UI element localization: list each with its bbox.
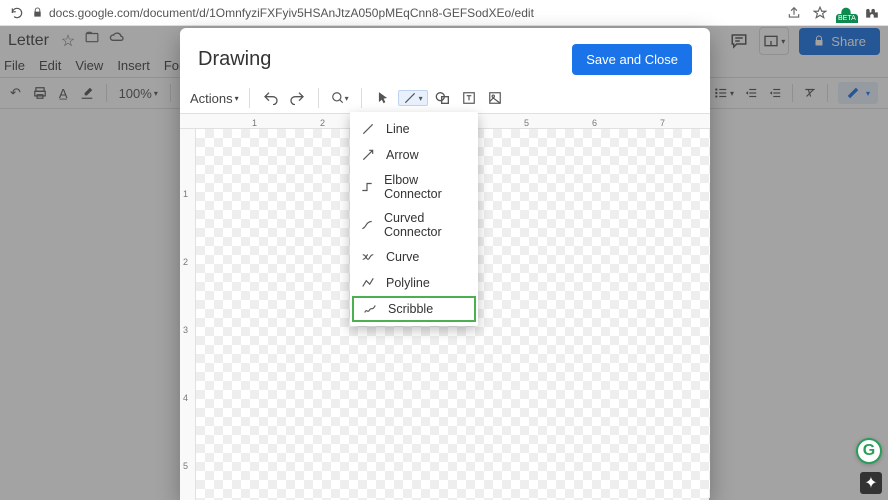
drawing-title: Drawing [198,48,271,71]
image-tool-icon[interactable] [484,87,506,109]
share-url-icon[interactable] [786,5,802,21]
explore-icon[interactable]: ✦ [860,472,882,494]
select-tool-icon[interactable] [372,87,394,109]
zoom-icon[interactable]: ▾ [329,87,351,109]
elbow-connector-icon [360,179,374,195]
grammarly-icon[interactable]: G [856,438,882,464]
extensions-icon[interactable] [864,5,880,21]
line-icon [360,121,376,137]
line-option-line[interactable]: Line [350,116,478,142]
line-option-elbow[interactable]: Elbow Connector [350,168,478,206]
lock-icon [32,7,43,18]
textbox-tool-icon[interactable] [458,87,480,109]
curve-icon [360,249,376,265]
polyline-icon [360,275,376,291]
redo-icon[interactable] [286,87,308,109]
extension-beta-icon[interactable]: BETA [838,5,854,21]
drawing-toolbar: Actions▾ ▾ ▾ [180,83,710,113]
actions-menu[interactable]: Actions▾ [190,91,239,106]
line-option-curved[interactable]: Curved Connector [350,206,478,244]
vertical-ruler: 1 2 3 4 5 [180,129,196,500]
line-tool-dropdown: Line Arrow Elbow Connector Curved Connec… [350,112,478,326]
line-tool-button[interactable]: ▾ [398,90,428,106]
scribble-icon [362,301,378,317]
save-and-close-button[interactable]: Save and Close [572,44,692,75]
star-icon[interactable] [812,5,828,21]
undo-icon[interactable] [260,87,282,109]
shape-tool-icon[interactable] [432,87,454,109]
curved-connector-icon [360,217,374,233]
line-option-curve[interactable]: Curve [350,244,478,270]
reload-icon[interactable] [8,4,26,22]
url-text[interactable]: docs.google.com/document/d/1OmnfyziFXFyi… [49,6,786,20]
line-option-polyline[interactable]: Polyline [350,270,478,296]
browser-address-bar: docs.google.com/document/d/1OmnfyziFXFyi… [0,0,888,26]
line-option-scribble[interactable]: Scribble [352,296,476,322]
line-option-arrow[interactable]: Arrow [350,142,478,168]
arrow-icon [360,147,376,163]
